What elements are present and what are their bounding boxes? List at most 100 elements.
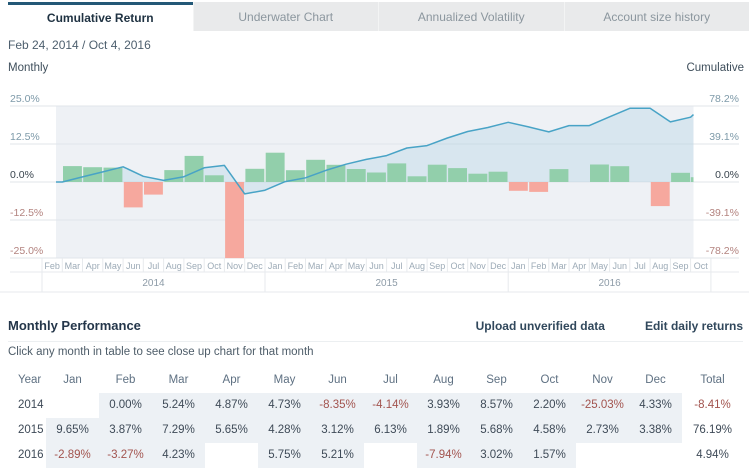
month-axis-label: Oct: [694, 261, 709, 271]
month-axis-label: May: [591, 261, 609, 271]
monthly-return-bar: [205, 175, 224, 182]
month-axis-label: Feb: [288, 261, 304, 271]
month-return-cell[interactable]: 3.38%: [629, 418, 682, 443]
month-return-cell[interactable]: 4.28%: [258, 418, 311, 443]
monthly-return-bar: [408, 176, 427, 182]
upload-unverified-data-link[interactable]: Upload unverified data: [476, 319, 605, 333]
column-header-nov: Nov: [576, 368, 629, 393]
year-cell: 2015: [10, 418, 46, 443]
month-axis-label: Jul: [391, 261, 403, 271]
month-return-cell[interactable]: -3.27%: [99, 443, 152, 468]
month-return-cell[interactable]: 5.65%: [205, 418, 258, 443]
monthly-return-bar: [509, 182, 528, 191]
month-axis-label: Jan: [511, 261, 526, 271]
month-axis-label: Sep: [186, 261, 202, 271]
month-return-cell[interactable]: -4.14%: [364, 393, 417, 418]
month-return-cell[interactable]: 1.57%: [523, 443, 576, 468]
year-axis-label: 2015: [375, 278, 398, 289]
month-return-cell[interactable]: -25.03%: [576, 393, 629, 418]
month-axis-label: Mar: [308, 261, 324, 271]
monthly-performance-title: Monthly Performance: [8, 318, 141, 333]
cumulative-return-chart: 25.0%78.2%12.5%39.1%0.0%0.0%-12.5%-39.1%…: [0, 88, 749, 296]
monthly-return-bar: [468, 174, 487, 182]
monthly-return-bar: [347, 169, 366, 182]
monthly-return-bar: [651, 182, 670, 206]
chart-tab-bar: Cumulative Return Underwater Chart Annua…: [8, 2, 749, 31]
right-axis-tick: 0.0%: [715, 169, 739, 181]
tab-cumulative-return[interactable]: Cumulative Return: [8, 2, 193, 31]
month-return-cell[interactable]: 8.57%: [470, 393, 523, 418]
performance-links: Upload unverified data Edit daily return…: [476, 319, 743, 333]
month-return-cell[interactable]: 5.21%: [311, 443, 364, 468]
month-axis-label: Jan: [268, 261, 283, 271]
month-return-cell[interactable]: 5.68%: [470, 418, 523, 443]
month-return-cell[interactable]: 5.75%: [258, 443, 311, 468]
left-axis-tick: 12.5%: [10, 131, 40, 143]
month-axis-label: Oct: [207, 261, 222, 271]
month-return-cell[interactable]: 0.00%: [99, 393, 152, 418]
total-cell: 4.94%: [682, 443, 743, 468]
tab-annualized-volatility[interactable]: Annualized Volatility: [378, 2, 564, 31]
month-return-cell[interactable]: 4.73%: [258, 393, 311, 418]
chart-svg: 25.0%78.2%12.5%39.1%0.0%0.0%-12.5%-39.1%…: [0, 88, 749, 296]
month-return-cell[interactable]: 6.13%: [364, 418, 417, 443]
month-axis-label: Feb: [531, 261, 547, 271]
month-axis-label: May: [104, 261, 122, 271]
month-return-cell[interactable]: 1.89%: [417, 418, 470, 443]
month-axis-label: Mar: [551, 261, 567, 271]
month-return-cell[interactable]: 7.29%: [152, 418, 205, 443]
right-axis-tick: -78.2%: [706, 245, 739, 257]
monthly-return-bar: [225, 182, 244, 258]
tab-account-size-history[interactable]: Account size history: [564, 2, 749, 31]
month-return-cell[interactable]: 3.87%: [99, 418, 152, 443]
right-axis-tick: 78.2%: [709, 93, 739, 105]
left-axis-tick: 25.0%: [10, 93, 40, 105]
month-return-cell[interactable]: 2.20%: [523, 393, 576, 418]
column-header-aug: Aug: [417, 368, 470, 393]
month-return-cell[interactable]: -7.94%: [417, 443, 470, 468]
month-return-cell[interactable]: 4.87%: [205, 393, 258, 418]
month-return-cell[interactable]: 4.33%: [629, 393, 682, 418]
month-axis-label: Dec: [490, 261, 507, 271]
month-axis-label: Oct: [450, 261, 465, 271]
column-header-mar: Mar: [152, 368, 205, 393]
edit-daily-returns-link[interactable]: Edit daily returns: [645, 319, 743, 333]
left-axis-tick: -12.5%: [10, 207, 43, 219]
tab-underwater-chart[interactable]: Underwater Chart: [193, 2, 379, 31]
monthly-return-bar: [245, 169, 264, 182]
month-axis-label: Apr: [572, 261, 586, 271]
column-header-jun: Jun: [311, 368, 364, 393]
month-axis-label: Aug: [409, 261, 425, 271]
month-axis-label: Dec: [247, 261, 264, 271]
month-axis-label: Nov: [470, 261, 487, 271]
monthly-performance-table: YearJanFebMarAprMayJunJulAugSepOctNovDec…: [10, 368, 743, 468]
month-axis-label: Sep: [429, 261, 445, 271]
column-header-sep: Sep: [470, 368, 523, 393]
month-return-cell[interactable]: 3.93%: [417, 393, 470, 418]
month-return-cell[interactable]: 5.24%: [152, 393, 205, 418]
year-cell: 2016: [10, 443, 46, 468]
month-return-cell[interactable]: 4.58%: [523, 418, 576, 443]
month-axis-label: Sep: [672, 261, 688, 271]
month-axis-label: Apr: [86, 261, 100, 271]
month-return-cell[interactable]: 9.65%: [46, 418, 99, 443]
month-return-cell[interactable]: 2.73%: [576, 418, 629, 443]
column-header-total: Total: [682, 368, 743, 393]
monthly-return-bar: [448, 168, 467, 182]
right-axis-tick: -39.1%: [706, 207, 739, 219]
month-return-cell[interactable]: 3.12%: [311, 418, 364, 443]
month-return-cell[interactable]: -2.89%: [46, 443, 99, 468]
table-hint-text: Click any month in table to see close up…: [8, 346, 314, 358]
monthly-return-bar: [428, 165, 447, 182]
month-return-cell: [205, 443, 258, 468]
month-axis-label: Feb: [44, 261, 60, 271]
column-header-dec: Dec: [629, 368, 682, 393]
month-return-cell[interactable]: 3.02%: [470, 443, 523, 468]
monthly-return-bar: [550, 169, 569, 182]
month-return-cell[interactable]: 4.23%: [152, 443, 205, 468]
month-return-cell[interactable]: -8.35%: [311, 393, 364, 418]
monthly-return-bar: [691, 177, 694, 182]
month-return-cell: [629, 443, 682, 468]
month-axis-label: Jul: [634, 261, 646, 271]
monthly-return-bar: [144, 182, 163, 195]
